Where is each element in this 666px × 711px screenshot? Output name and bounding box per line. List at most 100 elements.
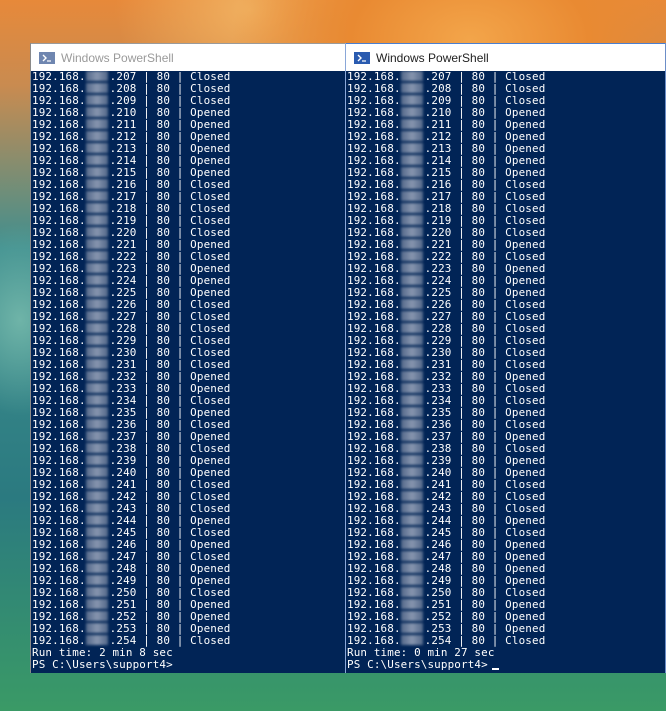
powershell-window-left[interactable]: Windows PowerShell 192.168. .207 | 80 | C… bbox=[30, 43, 346, 673]
redacted-octet bbox=[85, 131, 108, 141]
redacted-octet bbox=[400, 155, 423, 165]
redacted-octet bbox=[85, 83, 108, 93]
redacted-octet bbox=[400, 467, 423, 477]
redacted-octet bbox=[400, 311, 423, 321]
redacted-octet bbox=[400, 563, 423, 573]
redacted-octet bbox=[85, 251, 108, 261]
redacted-octet bbox=[85, 107, 108, 117]
redacted-octet bbox=[85, 551, 108, 561]
redacted-octet bbox=[85, 287, 108, 297]
redacted-octet bbox=[400, 131, 423, 141]
redacted-octet bbox=[85, 407, 108, 417]
redacted-octet bbox=[400, 395, 423, 405]
command-prompt: PS C:\Users\support4> bbox=[32, 658, 173, 671]
redacted-octet bbox=[400, 551, 423, 561]
desktop-area bbox=[345, 673, 666, 711]
redacted-octet bbox=[400, 515, 423, 525]
redacted-octet bbox=[85, 563, 108, 573]
window-titlebar[interactable]: Windows PowerShell bbox=[346, 43, 665, 71]
powershell-icon bbox=[354, 51, 370, 64]
redacted-octet bbox=[400, 323, 423, 333]
redacted-octet bbox=[85, 371, 108, 381]
redacted-octet bbox=[400, 83, 423, 93]
redacted-octet bbox=[85, 419, 108, 429]
redacted-octet bbox=[400, 215, 423, 225]
redacted-octet bbox=[85, 203, 108, 213]
redacted-octet bbox=[400, 479, 423, 489]
redacted-octet bbox=[400, 167, 423, 177]
redacted-octet bbox=[85, 191, 108, 201]
redacted-octet bbox=[400, 203, 423, 213]
console-output[interactable]: 192.168. .207 | 80 | Closed 192.168. .208 |… bbox=[347, 71, 665, 673]
redacted-octet bbox=[85, 275, 108, 285]
powershell-window-right[interactable]: Windows PowerShell 192.168. .207 | 80 | C… bbox=[345, 43, 666, 673]
redacted-octet bbox=[85, 575, 108, 585]
redacted-octet bbox=[400, 599, 423, 609]
redacted-octet bbox=[85, 395, 108, 405]
prompt-line[interactable]: PS C:\Users\support4> bbox=[32, 659, 346, 671]
redacted-octet bbox=[400, 119, 423, 129]
redacted-octet bbox=[85, 431, 108, 441]
redacted-octet bbox=[85, 359, 108, 369]
redacted-octet bbox=[85, 599, 108, 609]
prompt-line[interactable]: PS C:\Users\support4> bbox=[347, 659, 665, 671]
console-output[interactable]: 192.168. .207 | 80 | Closed 192.168. .208 |… bbox=[32, 71, 346, 673]
redacted-octet bbox=[400, 611, 423, 621]
redacted-octet bbox=[400, 587, 423, 597]
redacted-octet bbox=[400, 539, 423, 549]
redacted-octet bbox=[85, 323, 108, 333]
command-prompt: PS C:\Users\support4> bbox=[347, 658, 488, 671]
redacted-octet bbox=[400, 191, 423, 201]
redacted-octet bbox=[85, 155, 108, 165]
redacted-octet bbox=[85, 179, 108, 189]
redacted-octet bbox=[85, 527, 108, 537]
redacted-octet bbox=[400, 527, 423, 537]
window-titlebar[interactable]: Windows PowerShell bbox=[31, 43, 346, 71]
redacted-octet bbox=[85, 383, 108, 393]
powershell-icon bbox=[39, 51, 55, 64]
redacted-octet bbox=[85, 95, 108, 105]
redacted-octet bbox=[400, 251, 423, 261]
redacted-octet bbox=[85, 539, 108, 549]
redacted-octet bbox=[85, 455, 108, 465]
redacted-octet bbox=[400, 263, 423, 273]
redacted-octet bbox=[400, 635, 423, 645]
redacted-octet bbox=[85, 515, 108, 525]
redacted-octet bbox=[85, 347, 108, 357]
redacted-octet bbox=[400, 371, 423, 381]
redacted-octet bbox=[85, 215, 108, 225]
redacted-octet bbox=[85, 311, 108, 321]
redacted-octet bbox=[85, 587, 108, 597]
redacted-octet bbox=[85, 443, 108, 453]
redacted-octet bbox=[400, 359, 423, 369]
redacted-octet bbox=[400, 95, 423, 105]
redacted-octet bbox=[400, 419, 423, 429]
redacted-octet bbox=[85, 71, 108, 81]
redacted-octet bbox=[400, 491, 423, 501]
redacted-octet bbox=[400, 239, 423, 249]
redacted-octet bbox=[85, 263, 108, 273]
port-status: Closed bbox=[505, 634, 546, 647]
redacted-octet bbox=[400, 623, 423, 633]
redacted-octet bbox=[400, 335, 423, 345]
window-title: Windows PowerShell bbox=[376, 50, 489, 65]
redacted-octet bbox=[400, 347, 423, 357]
redacted-octet bbox=[85, 335, 108, 345]
redacted-octet bbox=[400, 227, 423, 237]
text-cursor bbox=[491, 668, 499, 670]
redacted-octet bbox=[400, 179, 423, 189]
redacted-octet bbox=[400, 383, 423, 393]
redacted-octet bbox=[85, 119, 108, 129]
window-title: Windows PowerShell bbox=[61, 50, 174, 65]
redacted-octet bbox=[400, 287, 423, 297]
redacted-octet bbox=[85, 611, 108, 621]
redacted-octet bbox=[85, 479, 108, 489]
redacted-octet bbox=[400, 299, 423, 309]
column-separator: | bbox=[170, 634, 191, 647]
redacted-octet bbox=[85, 143, 108, 153]
redacted-octet bbox=[85, 491, 108, 501]
redacted-octet bbox=[400, 575, 423, 585]
redacted-octet bbox=[400, 275, 423, 285]
redacted-octet bbox=[85, 635, 108, 645]
redacted-octet bbox=[400, 431, 423, 441]
